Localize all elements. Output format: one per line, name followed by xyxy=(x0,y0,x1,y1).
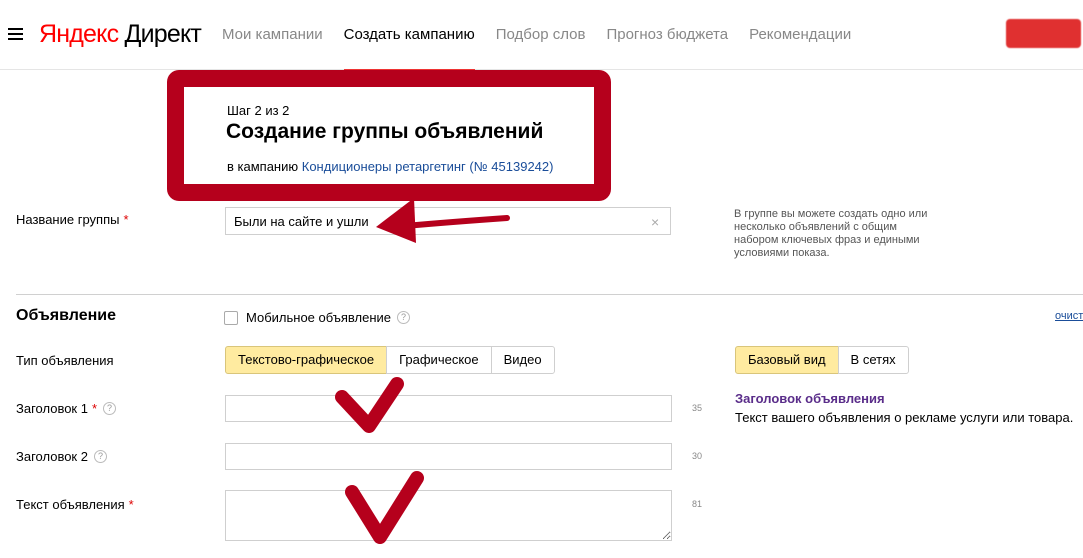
ad-text-label: Текст объявления * xyxy=(16,497,134,512)
logo-brand: Яндекс xyxy=(39,20,119,48)
title2-counter: 30 xyxy=(692,451,703,461)
nav-word-selection[interactable]: Подбор слов xyxy=(496,0,586,70)
help-icon[interactable]: ? xyxy=(103,402,117,415)
logo-product-name: Директ xyxy=(124,20,202,48)
group-name-label-text: Название группы xyxy=(16,212,120,227)
user-account-button[interactable] xyxy=(1006,19,1081,48)
clear-form-link[interactable]: очист xyxy=(1055,310,1083,322)
preview-basic-view[interactable]: Базовый вид xyxy=(735,346,839,374)
preview-title[interactable]: Заголовок объявления xyxy=(735,391,885,406)
nav-my-campaigns[interactable]: Мои кампании xyxy=(222,0,323,70)
title1-input[interactable] xyxy=(225,395,672,422)
mobile-ad-row: Мобильное объявление ? xyxy=(224,310,411,325)
ad-type-graphic[interactable]: Графическое xyxy=(386,346,492,374)
ad-section-title: Объявление xyxy=(16,307,116,324)
campaign-line: в кампанию Кондиционеры ретаргетинг (№ 4… xyxy=(227,159,553,174)
step-indicator: Шаг 2 из 2 xyxy=(227,103,290,118)
ad-type-label: Тип объявления xyxy=(16,353,114,368)
preview-networks-view[interactable]: В сетях xyxy=(837,346,909,374)
page-title: Создание группы объявлений xyxy=(226,120,544,143)
title1-counter: 35 xyxy=(692,403,703,413)
clear-icon[interactable]: × xyxy=(651,214,659,230)
title2-label-text: Заголовок 2 xyxy=(16,449,88,464)
ad-text-label-text: Текст объявления xyxy=(16,497,125,512)
section-divider xyxy=(16,294,1083,295)
nav-recommendations[interactable]: Рекомендации xyxy=(749,0,851,70)
help-icon[interactable]: ? xyxy=(93,450,107,463)
title1-label: Заголовок 1 *? xyxy=(16,401,117,416)
ad-text-textarea[interactable] xyxy=(225,490,672,541)
mobile-ad-checkbox[interactable] xyxy=(224,310,238,325)
required-mark: * xyxy=(91,401,98,416)
nav-create-campaign[interactable]: Создать кампанию xyxy=(343,0,475,71)
campaign-prefix: в кампанию xyxy=(227,159,299,174)
menu-icon[interactable] xyxy=(8,27,23,41)
group-name-input[interactable] xyxy=(225,207,671,235)
required-mark: * xyxy=(123,212,129,227)
mobile-ad-label[interactable]: Мобильное объявление xyxy=(246,310,391,325)
main-nav: Мои кампании Создать кампанию Подбор сло… xyxy=(222,0,872,71)
title1-label-text: Заголовок 1 xyxy=(16,401,88,416)
required-mark: * xyxy=(128,497,134,512)
preview-text: Текст вашего объявления о рекламе услуги… xyxy=(735,410,1074,425)
ad-type-switch: Текстово-графическое Графическое Видео xyxy=(225,346,555,374)
title2-label: Заголовок 2? xyxy=(16,449,107,464)
nav-budget-forecast[interactable]: Прогноз бюджета xyxy=(606,0,728,70)
logo[interactable]: Яндекс Директ xyxy=(39,20,202,49)
ad-type-text-graphic[interactable]: Текстово-графическое xyxy=(225,346,388,374)
top-header: Яндекс Директ Мои кампании Создать кампа… xyxy=(0,0,1083,71)
ad-type-video[interactable]: Видео xyxy=(490,346,555,374)
campaign-link[interactable]: Кондиционеры ретаргетинг (№ 45139242) xyxy=(302,159,554,174)
preview-view-switch: Базовый вид В сетях xyxy=(735,346,909,374)
group-hint: В группе вы можете создать одно или неск… xyxy=(734,208,928,259)
group-name-label: Название группы * xyxy=(16,212,129,227)
ad-text-counter: 81 xyxy=(692,499,703,509)
help-icon[interactable]: ? xyxy=(397,311,411,324)
title2-input[interactable] xyxy=(225,443,672,470)
